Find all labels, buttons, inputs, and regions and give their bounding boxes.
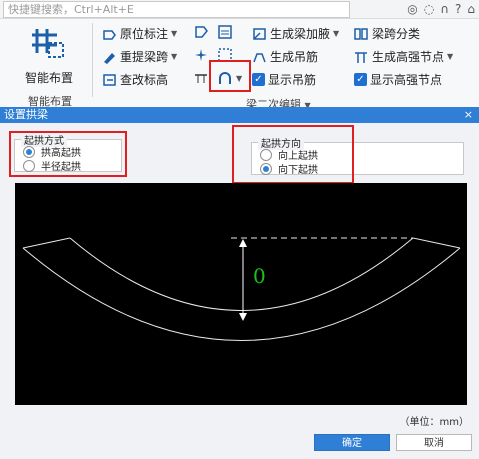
- generate-hanger-label: 生成吊筋: [270, 50, 319, 64]
- user-icon[interactable]: ◎: [407, 1, 417, 18]
- checkbox-checked-icon[interactable]: ✓: [252, 73, 265, 86]
- beam-tool-button[interactable]: [194, 71, 209, 85]
- sparkle-tool-button[interactable]: [194, 48, 209, 62]
- cancel-button[interactable]: 取消: [396, 434, 472, 451]
- arch-drawing: 0: [22, 237, 461, 341]
- check-elevation-label: 查改标高: [120, 73, 169, 87]
- ok-button[interactable]: 确定: [314, 434, 390, 451]
- generate-hanger-button[interactable]: 生成吊筋: [252, 48, 318, 65]
- top-icons: ◎ ◌ ∩ ? ⌂: [407, 1, 475, 18]
- list-tool-button[interactable]: [218, 25, 233, 39]
- close-icon[interactable]: ×: [464, 107, 473, 123]
- original-mark-label: 原位标注: [120, 27, 169, 41]
- show-hs-node-checkbox[interactable]: ✓ 显示高强节点: [354, 71, 442, 88]
- span-classify-button[interactable]: 梁跨分类: [354, 25, 420, 42]
- ribbon-divider: [92, 23, 93, 97]
- smart-layout-label: 智能布置: [24, 71, 73, 85]
- chevron-down-icon[interactable]: ▼: [447, 52, 453, 61]
- arch-preview-canvas: 0: [15, 183, 467, 405]
- generate-haunch-button[interactable]: 生成梁加腋 ▼: [252, 25, 339, 42]
- node-icon: [354, 50, 369, 64]
- re-extract-span-button[interactable]: 重提梁跨 ▼: [102, 48, 177, 65]
- dimension-value: 0: [253, 264, 266, 288]
- chevron-down-icon[interactable]: ▼: [171, 29, 177, 38]
- help-icon[interactable]: ?: [455, 1, 461, 18]
- show-hs-node-label: 显示高强节点: [370, 73, 443, 87]
- unit-label: （单位：mm）: [399, 417, 469, 428]
- arch-beam-highlight: [209, 60, 251, 92]
- chat-icon[interactable]: ◌: [424, 1, 434, 18]
- pen-icon: [102, 50, 117, 64]
- sparkle-icon: [194, 48, 209, 62]
- beam-icon: [194, 71, 209, 85]
- classify-icon: [354, 27, 369, 41]
- haunch-icon: [252, 27, 267, 41]
- smart-layout-button[interactable]: 智能布置: [14, 23, 84, 86]
- tag-tool-button[interactable]: [194, 25, 209, 39]
- elevation-icon: [102, 73, 117, 87]
- chevron-down-icon[interactable]: ▼: [171, 52, 177, 61]
- grid-layout-icon: [29, 23, 69, 63]
- list-icon: [218, 25, 233, 39]
- dialog-title-bar: 设置拱梁 ×: [0, 107, 479, 123]
- arch-mode-highlight: [9, 131, 127, 177]
- show-hanger-checkbox[interactable]: ✓ 显示吊筋: [252, 71, 316, 88]
- tag-icon: [194, 25, 209, 39]
- chevron-down-icon[interactable]: ▼: [333, 29, 339, 38]
- top-bar: 快捷键搜索，Ctrl+Alt+E ◎ ◌ ∩ ? ⌂: [0, 0, 479, 19]
- checkbox-checked-icon[interactable]: ✓: [354, 73, 367, 86]
- headset-icon[interactable]: ∩: [440, 1, 449, 18]
- generate-haunch-label: 生成梁加腋: [270, 27, 331, 41]
- original-mark-button[interactable]: 原位标注 ▼: [102, 25, 177, 42]
- generate-hs-node-button[interactable]: 生成高强节点 ▼: [354, 48, 453, 65]
- hanger-icon: [252, 50, 267, 64]
- mark-icon: [102, 27, 117, 41]
- dialog-title: 设置拱梁: [4, 108, 48, 121]
- shirt-icon[interactable]: ⌂: [467, 1, 475, 18]
- show-hanger-label: 显示吊筋: [268, 73, 317, 87]
- span-classify-label: 梁跨分类: [372, 27, 421, 41]
- re-extract-span-label: 重提梁跨: [120, 50, 169, 64]
- search-input[interactable]: 快捷键搜索，Ctrl+Alt+E: [3, 1, 350, 18]
- generate-hs-node-label: 生成高强节点: [372, 50, 445, 64]
- check-elevation-button[interactable]: 查改标高: [102, 71, 168, 88]
- arch-direction-highlight: [232, 125, 354, 184]
